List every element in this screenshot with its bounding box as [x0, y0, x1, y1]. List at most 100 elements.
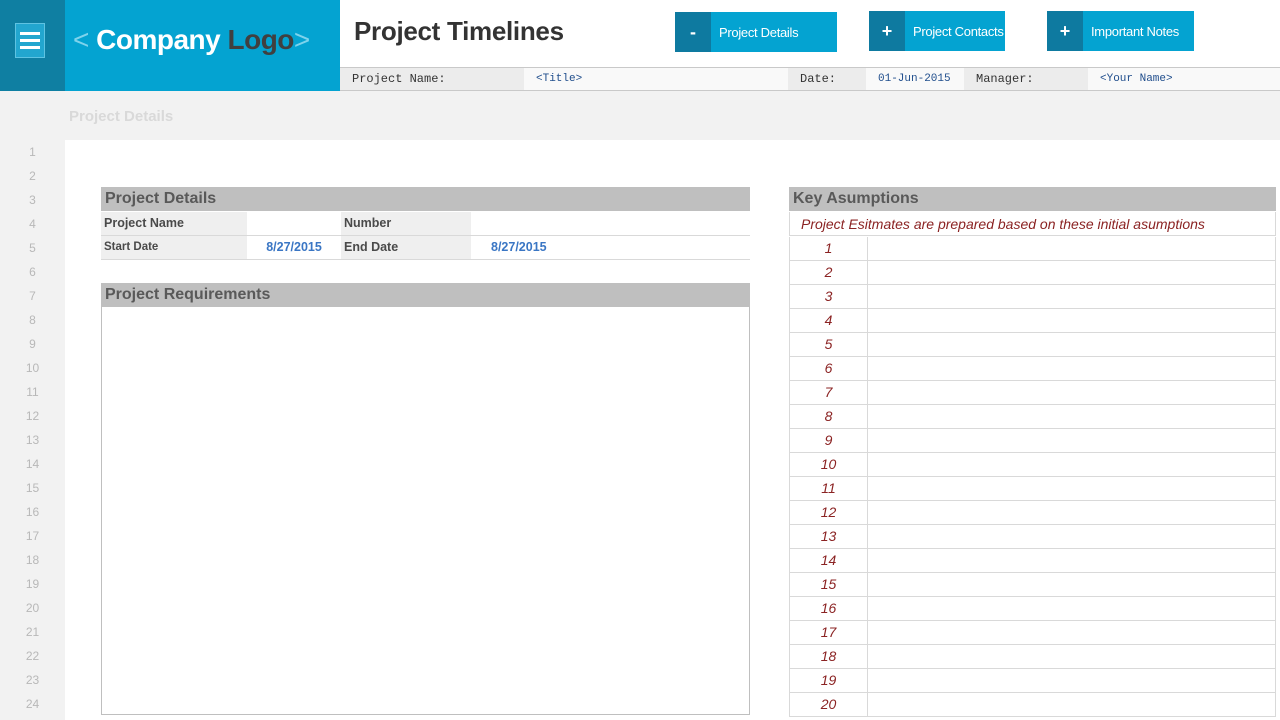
date-field[interactable]: 01-Jun-2015	[866, 68, 964, 90]
assumption-input[interactable]	[868, 429, 1275, 452]
row-number: 21	[25, 625, 40, 639]
assumption-row: 17	[789, 621, 1276, 645]
project-name-input[interactable]	[247, 212, 341, 235]
row-number: 7	[29, 289, 36, 303]
assumption-input[interactable]	[868, 597, 1275, 620]
assumption-number: 6	[790, 357, 868, 380]
logo-left-chevron: <	[73, 24, 89, 55]
assumption-row: 12	[789, 501, 1276, 525]
assumption-input[interactable]	[868, 621, 1275, 644]
row-number: 20	[25, 601, 40, 615]
logo-word-company: Company	[96, 24, 221, 55]
assumption-input[interactable]	[868, 261, 1275, 284]
assumption-input[interactable]	[868, 549, 1275, 572]
hamburger-menu-icon[interactable]	[15, 23, 45, 58]
assumption-number: 2	[790, 261, 868, 284]
assumption-input[interactable]	[868, 285, 1275, 308]
company-logo: < Company Logo>	[73, 24, 310, 56]
assumption-input[interactable]	[868, 501, 1275, 524]
page-title: Project Timelines	[354, 16, 564, 46]
assumption-number: 11	[790, 477, 868, 500]
assumption-row: 4	[789, 309, 1276, 333]
assumption-number: 7	[790, 381, 868, 404]
assumption-row: 2	[789, 261, 1276, 285]
assumption-number: 5	[790, 333, 868, 356]
end-date-input[interactable]: 8/27/2015	[471, 236, 750, 259]
row-number: 23	[25, 673, 40, 687]
expand-icon: +	[869, 11, 905, 51]
assumption-input[interactable]	[868, 645, 1275, 668]
row-number: 8	[29, 313, 36, 327]
assumption-number: 8	[790, 405, 868, 428]
row-number: 1	[29, 145, 36, 159]
important-notes-button-label: Important Notes	[1091, 23, 1179, 39]
assumption-input[interactable]	[868, 237, 1275, 260]
assumption-input[interactable]	[868, 333, 1275, 356]
assumption-row: 15	[789, 573, 1276, 597]
assumption-row: 20	[789, 693, 1276, 717]
assumption-input[interactable]	[868, 453, 1275, 476]
menu-panel	[0, 0, 65, 91]
collapse-icon: -	[675, 12, 711, 52]
assumption-number: 15	[790, 573, 868, 596]
date-label: Date:	[800, 72, 837, 86]
assumption-input[interactable]	[868, 309, 1275, 332]
row-number: 16	[25, 505, 40, 519]
row-number: 11	[26, 385, 39, 399]
start-date-input[interactable]: 8/27/2015	[247, 236, 341, 259]
logo-right-chevron: >	[293, 24, 310, 55]
row-number: 3	[29, 193, 36, 207]
project-contacts-button[interactable]: + Project Contacts	[869, 11, 1005, 51]
row-number: 10	[25, 361, 40, 375]
top-bar: < Company Logo> Project Timelines - Proj…	[0, 0, 1280, 91]
project-info-bar: Project Name: <Title> Date: 01-Jun-2015 …	[340, 67, 1280, 91]
manager-label: Manager:	[976, 72, 1034, 86]
assumption-row: 1	[789, 237, 1276, 261]
assumption-number: 14	[790, 549, 868, 572]
manager-field[interactable]: <Your Name>	[1088, 68, 1280, 90]
key-assumptions-heading: Key Asumptions	[789, 187, 1276, 211]
project-name-label: Project Name	[101, 212, 247, 235]
assumption-input[interactable]	[868, 573, 1275, 596]
project-details-button[interactable]: - Project Details	[675, 12, 837, 52]
assumption-input[interactable]	[868, 405, 1275, 428]
assumption-row: 19	[789, 669, 1276, 693]
assumption-number: 12	[790, 501, 868, 524]
row-number: 6	[29, 265, 36, 279]
row-number: 19	[25, 577, 40, 591]
project-name-field[interactable]: <Title>	[524, 68, 788, 90]
project-name-label: Project Name:	[352, 72, 446, 86]
start-date-label: Start Date	[101, 236, 247, 259]
assumption-input[interactable]	[868, 477, 1275, 500]
row-number: 13	[25, 433, 40, 447]
assumption-input[interactable]	[868, 381, 1275, 404]
important-notes-button[interactable]: + Important Notes	[1047, 11, 1194, 51]
assumption-input[interactable]	[868, 693, 1275, 716]
assumption-input[interactable]	[868, 669, 1275, 692]
row-number: 2	[29, 169, 36, 183]
row-number: 4	[29, 217, 36, 231]
project-requirements-area[interactable]	[101, 307, 750, 715]
assumption-input[interactable]	[868, 525, 1275, 548]
end-date-label: End Date	[341, 236, 471, 259]
assumption-row: 3	[789, 285, 1276, 309]
assumption-row: 10	[789, 453, 1276, 477]
logo-word-logo: Logo	[227, 24, 295, 55]
assumption-input[interactable]	[868, 357, 1275, 380]
key-assumptions-subtitle: Project Esitmates are prepared based on …	[789, 212, 1276, 236]
assumption-number: 18	[790, 645, 868, 668]
row-number: 18	[25, 553, 40, 567]
row-number: 15	[25, 481, 40, 495]
assumption-number: 13	[790, 525, 868, 548]
row-number: 14	[25, 457, 40, 471]
row-number: 12	[25, 409, 40, 423]
assumption-row: 11	[789, 477, 1276, 501]
date-row: Start Date 8/27/2015 End Date 8/27/2015	[101, 236, 750, 260]
number-input[interactable]	[471, 212, 750, 235]
row-number: 5	[29, 241, 36, 255]
assumption-row: 9	[789, 429, 1276, 453]
project-details-button-label: Project Details	[719, 24, 799, 40]
row-number: 9	[29, 337, 36, 351]
assumption-number: 17	[790, 621, 868, 644]
assumption-number: 4	[790, 309, 868, 332]
